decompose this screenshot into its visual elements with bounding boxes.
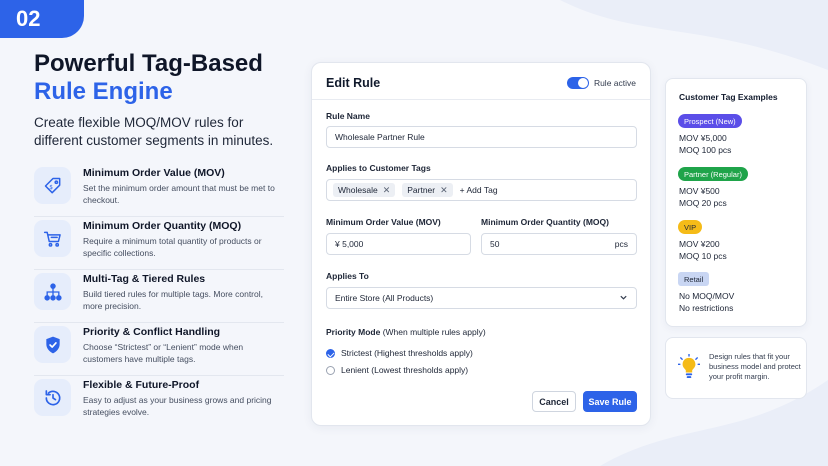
card-title: Edit Rule <box>326 76 381 90</box>
feature-title: Minimum Order Quantity (MOQ) <box>83 220 242 232</box>
toggle-knob <box>577 78 588 88</box>
feature-list: $ Minimum Order Value (MOV) Set the mini… <box>34 164 284 429</box>
priority-label: Priority Mode (When multiple rules apply… <box>326 327 486 337</box>
tag-example-line: MOQ 20 pcs <box>679 198 727 208</box>
rule-name-value: Wholesale Partner Rule <box>335 132 425 142</box>
priority-option-lenient[interactable]: Lenient (Lowest thresholds apply) <box>326 365 468 375</box>
subhead: Create flexible MOQ/MOV rules for differ… <box>34 115 274 148</box>
tags-input[interactable]: Wholesale ✕ Partner ✕ + Add Tag <box>326 179 637 201</box>
tag-chip-label: Partner <box>407 185 436 195</box>
applies-to-select[interactable]: Entire Store (All Products) <box>326 287 637 309</box>
feature-title: Minimum Order Value (MOV) <box>83 167 225 179</box>
rule-name-input[interactable]: Wholesale Partner Rule <box>326 126 637 148</box>
chevron-down-icon <box>619 293 628 304</box>
radio-checked[interactable] <box>326 348 335 358</box>
hierarchy-icon <box>34 273 71 310</box>
tags-label: Applies to Customer Tags <box>326 163 431 173</box>
priority-hint: (When multiple rules apply) <box>382 327 486 337</box>
headline: Powerful Tag-Based Rule Engine <box>34 50 284 106</box>
tag-example-line: MOV ¥200 <box>679 239 720 249</box>
tag-example-line: No MOQ/MOV <box>679 291 735 301</box>
mov-label: Minimum Order Value (MOV) <box>326 217 441 227</box>
moq-unit: pcs <box>614 239 628 249</box>
tag-example-line: MOV ¥500 <box>679 186 720 196</box>
option-hint: (Lowest thresholds apply) <box>371 365 469 375</box>
shield-check-icon <box>34 326 71 363</box>
feature-item: Priority & Conflict Handling Choose “Str… <box>34 323 284 376</box>
lightbulb-icon <box>677 353 701 385</box>
feature-desc: Require a minimum total quantity of prod… <box>83 236 262 258</box>
tag-example-line: MOQ 10 pcs <box>679 251 727 261</box>
moq-input[interactable]: 50 pcs <box>481 233 637 255</box>
feature-desc: Set the minimum order amount that must b… <box>83 183 275 205</box>
feature-item: Flexible & Future-Proof Easy to adjust a… <box>34 376 284 429</box>
edit-rule-card: Edit Rule Rule active Rule Name Wholesal… <box>311 62 651 426</box>
intro-column: Powerful Tag-Based Rule Engine Create fl… <box>34 50 284 429</box>
tip-text: Design rules that fit your business mode… <box>709 352 801 381</box>
feature-desc: Build tiered rules for multiple tags. Mo… <box>83 289 263 311</box>
mov-value: ¥ 5,000 <box>335 239 364 249</box>
feature-title: Priority & Conflict Handling <box>83 326 221 338</box>
header-divider <box>312 99 650 100</box>
cancel-button[interactable]: Cancel <box>532 391 576 412</box>
option-label: Strictest <box>341 348 372 358</box>
tag-examples-panel: Customer Tag Examples Prospect (New) MOV… <box>665 78 807 327</box>
option-hint: (Highest thresholds apply) <box>374 348 473 358</box>
tip-card: Design rules that fit your business mode… <box>665 337 807 399</box>
mov-input[interactable]: ¥ 5,000 <box>326 233 471 255</box>
save-rule-button[interactable]: Save Rule <box>583 391 637 412</box>
tag-pill-prospect: Prospect (New) <box>678 114 742 128</box>
moq-value: 50 <box>490 239 500 249</box>
remove-tag-icon[interactable]: ✕ <box>440 185 448 196</box>
price-tag-icon: $ <box>34 167 71 204</box>
tag-example-line: MOQ 100 pcs <box>679 145 732 155</box>
rule-active-toggle[interactable] <box>566 77 589 89</box>
tag-examples-title: Customer Tag Examples <box>679 92 778 102</box>
rule-active-toggle-group: Rule active <box>566 77 636 89</box>
tag-pill-partner: Partner (Regular) <box>678 167 748 181</box>
moq-label: Minimum Order Quantity (MOQ) <box>481 217 609 227</box>
feature-item: Multi-Tag & Tiered Rules Build tiered ru… <box>34 270 284 323</box>
svg-text:$: $ <box>49 184 53 190</box>
feature-item: $ Minimum Order Value (MOV) Set the mini… <box>34 164 284 217</box>
history-icon <box>34 379 71 416</box>
feature-title: Multi-Tag & Tiered Rules <box>83 273 206 285</box>
priority-mode-label: Priority Mode <box>326 327 381 337</box>
radio-unchecked[interactable] <box>326 365 335 375</box>
option-label: Lenient <box>341 365 369 375</box>
feature-desc: Easy to adjust as your business grows an… <box>83 395 272 417</box>
tag-chip-wholesale: Wholesale ✕ <box>333 183 396 197</box>
rule-name-label: Rule Name <box>326 111 370 121</box>
step-badge: 02 <box>0 0 84 38</box>
rule-active-label: Rule active <box>593 78 636 88</box>
headline-line2: Rule Engine <box>34 78 173 105</box>
feature-item: Minimum Order Quantity (MOQ) Require a m… <box>34 217 284 270</box>
headline-line1: Powerful Tag-Based <box>34 50 263 77</box>
tag-example-line: No restrictions <box>679 303 734 313</box>
tag-pill-retail: Retail <box>678 272 710 286</box>
add-tag-button[interactable]: + Add Tag <box>460 185 498 195</box>
priority-option-strictest[interactable]: Strictest (Highest thresholds apply) <box>326 348 473 358</box>
applies-to-label: Applies To <box>326 271 369 281</box>
tag-chip-partner: Partner ✕ <box>402 183 453 197</box>
tag-chip-label: Wholesale <box>338 185 378 195</box>
cart-icon <box>34 220 71 257</box>
applies-to-value: Entire Store (All Products) <box>335 293 434 303</box>
remove-tag-icon[interactable]: ✕ <box>383 185 391 196</box>
feature-title: Flexible & Future-Proof <box>83 379 200 391</box>
feature-desc: Choose “Strictest” or “Lenient” mode whe… <box>83 342 244 364</box>
tag-pill-vip: VIP <box>678 220 703 234</box>
tag-example-line: MOV ¥5,000 <box>679 133 727 143</box>
